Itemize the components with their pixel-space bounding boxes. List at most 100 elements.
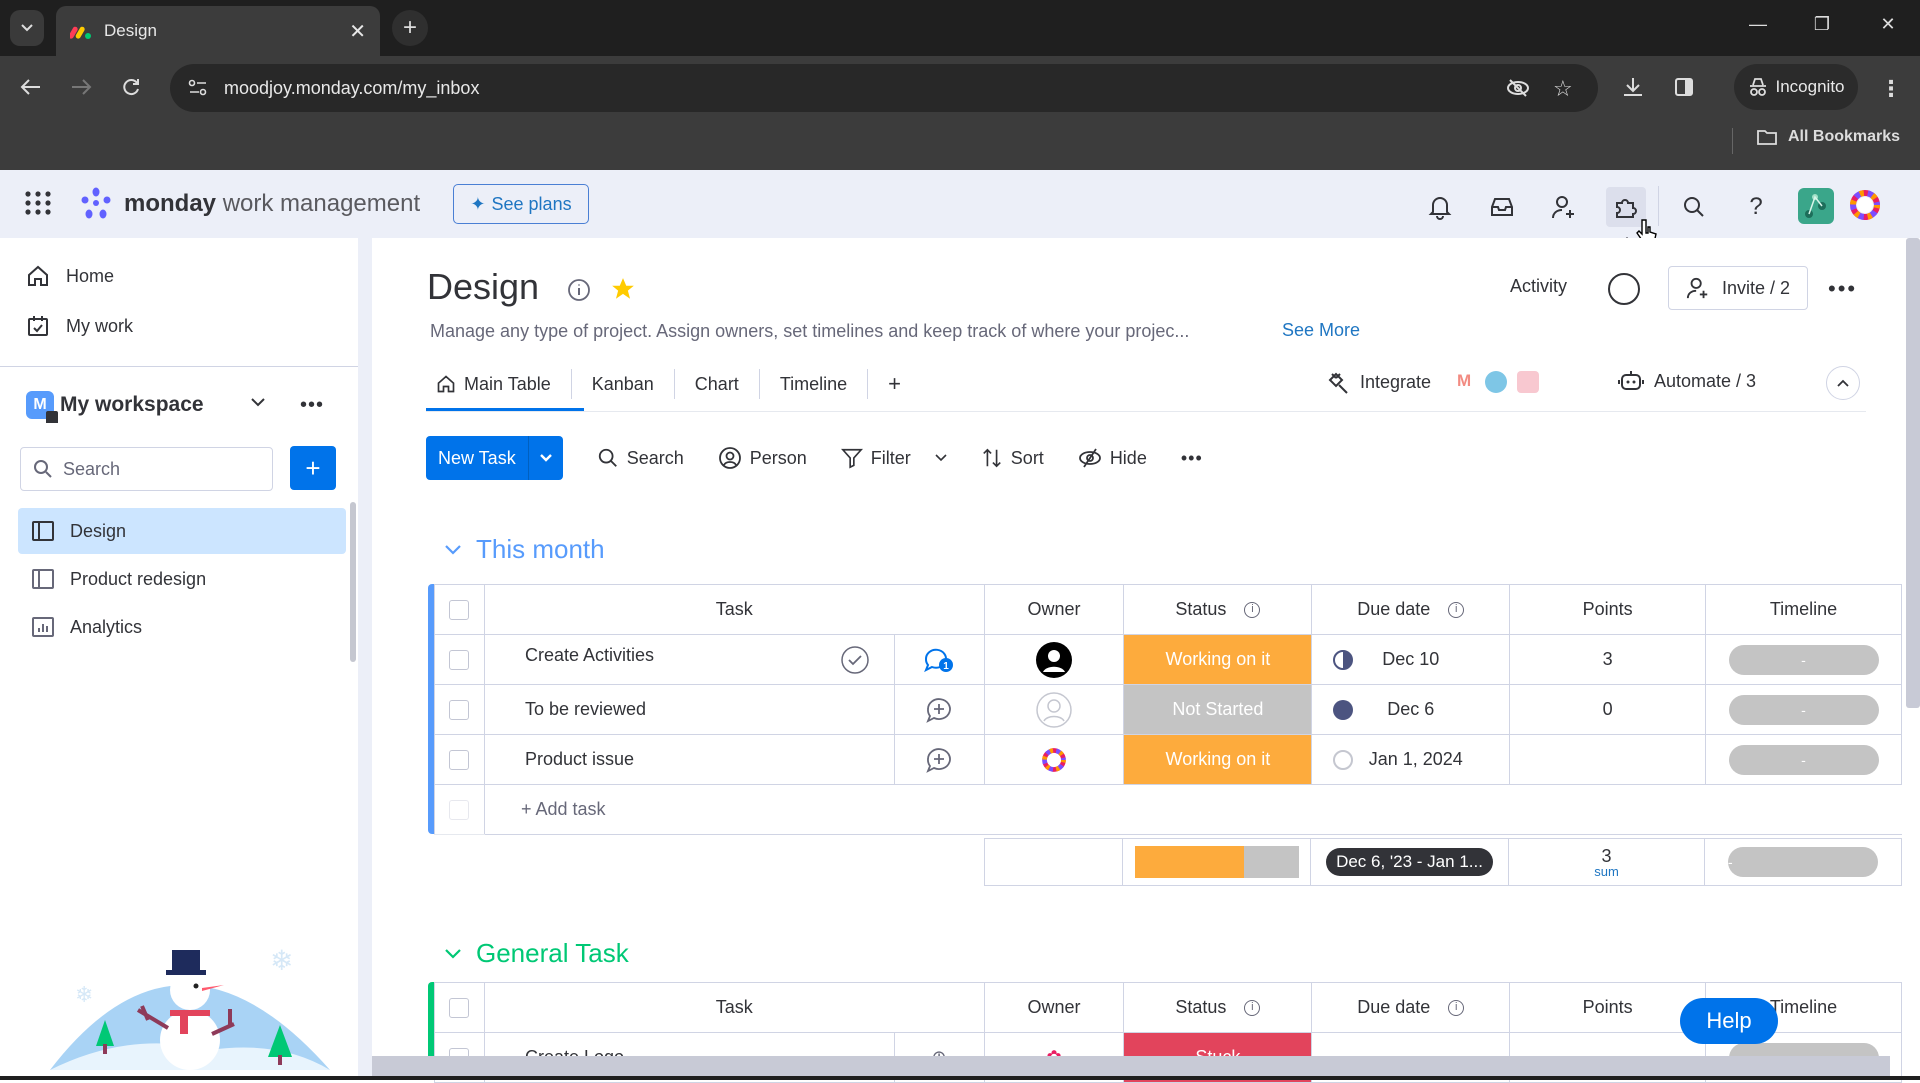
column-header-owner[interactable]: Owner xyxy=(983,584,1125,635)
column-header-points[interactable]: Points xyxy=(1509,982,1706,1033)
info-icon[interactable]: i xyxy=(1244,602,1261,619)
chevron-down-icon[interactable] xyxy=(444,544,462,556)
summary-status-cell[interactable] xyxy=(1122,839,1310,885)
updates-cell[interactable]: 1 xyxy=(893,634,985,685)
timeline-pill[interactable]: - xyxy=(1728,694,1879,725)
address-bar[interactable]: moodjoy.monday.com/my_inbox xyxy=(170,64,1598,112)
owner-cell[interactable] xyxy=(983,734,1125,785)
group-title[interactable]: General Task xyxy=(476,938,629,969)
invite-members-button[interactable] xyxy=(1544,187,1584,227)
tab-main-table[interactable]: Main Table xyxy=(426,369,572,399)
see-plans-button[interactable]: ✦ See plans xyxy=(453,184,589,224)
column-header-owner[interactable]: Owner xyxy=(983,982,1125,1033)
activity-avatar[interactable] xyxy=(1608,273,1640,305)
invite-button[interactable]: Invite / 2 xyxy=(1668,266,1808,310)
search-button[interactable] xyxy=(1674,187,1714,227)
new-task-button[interactable]: New Task xyxy=(426,436,563,480)
table-row[interactable]: Product issue Working on it Jan 1, 2024 … xyxy=(434,734,1902,785)
restore-button[interactable]: ❐ xyxy=(1802,14,1842,35)
select-all-cell[interactable] xyxy=(434,584,485,635)
status-distribution-bar[interactable] xyxy=(1134,846,1299,878)
status-segment[interactable] xyxy=(1134,846,1245,878)
add-task-input[interactable]: + Add task xyxy=(483,784,1902,835)
hide-button[interactable]: Hide xyxy=(1078,447,1147,469)
tab-chart[interactable]: Chart xyxy=(675,369,760,399)
help-icon[interactable]: ? xyxy=(1736,187,1776,227)
column-header-status[interactable]: Status i xyxy=(1123,584,1313,635)
reload-button[interactable] xyxy=(116,72,146,102)
status-cell[interactable]: Not Started xyxy=(1123,684,1313,735)
forward-button[interactable] xyxy=(66,72,96,102)
add-task-row[interactable]: + Add task xyxy=(434,784,1902,835)
column-header-status[interactable]: Status i xyxy=(1123,982,1313,1033)
row-checkbox-cell[interactable] xyxy=(434,634,485,685)
download-icon[interactable] xyxy=(1622,76,1644,98)
close-window-button[interactable]: ✕ xyxy=(1868,14,1908,35)
workspace-selector[interactable]: M My workspace xyxy=(26,391,204,423)
add-update-icon[interactable] xyxy=(924,695,954,725)
help-button[interactable]: Help xyxy=(1680,998,1778,1044)
incognito-badge[interactable]: Incognito xyxy=(1734,64,1858,110)
group-title[interactable]: This month xyxy=(476,534,605,565)
row-checkbox[interactable] xyxy=(449,749,470,770)
add-view-button[interactable]: + xyxy=(868,369,921,399)
chevron-down-icon[interactable] xyxy=(935,454,947,462)
back-button[interactable] xyxy=(16,72,46,102)
due-date-cell[interactable]: Jan 1, 2024 xyxy=(1311,734,1511,785)
tab-list-button[interactable] xyxy=(10,10,44,46)
timeline-pill[interactable]: - xyxy=(1728,644,1879,675)
task-name[interactable]: To be reviewed xyxy=(525,699,646,719)
column-header-points[interactable]: Points xyxy=(1509,584,1707,635)
task-name[interactable]: Create Activities xyxy=(525,645,654,665)
sidebar-item-product-redesign[interactable]: Product redesign xyxy=(18,556,346,602)
owner-cell[interactable] xyxy=(983,634,1125,685)
add-board-button[interactable]: + xyxy=(290,446,336,490)
workspace-chevron-icon[interactable] xyxy=(250,396,266,408)
inbox-button[interactable] xyxy=(1482,187,1522,227)
select-all-checkbox[interactable] xyxy=(449,997,470,1018)
close-tab-icon[interactable]: ✕ xyxy=(349,19,366,44)
see-more-link[interactable]: See More xyxy=(1282,320,1360,341)
sidebar-item-design[interactable]: Design xyxy=(18,508,346,554)
check-circle-icon[interactable] xyxy=(840,645,870,675)
sort-button[interactable]: Sort xyxy=(981,447,1044,469)
table-row[interactable]: To be reviewed Not Started Dec 6 0 - xyxy=(434,684,1902,735)
column-header-task[interactable]: Task xyxy=(483,584,985,635)
info-icon[interactable]: i xyxy=(1448,1000,1465,1017)
chevron-down-icon[interactable] xyxy=(444,948,462,960)
integrate-button[interactable]: Integrate M xyxy=(1326,370,1540,394)
tab-timeline[interactable]: Timeline xyxy=(760,369,869,399)
new-task-dropdown[interactable] xyxy=(529,436,563,480)
timeline-cell[interactable]: - xyxy=(1705,684,1902,735)
sidebar-scrollbar[interactable] xyxy=(350,502,356,662)
all-bookmarks-button[interactable]: All Bookmarks xyxy=(1756,128,1900,146)
timeline-pill[interactable]: - xyxy=(1728,744,1879,775)
status-cell[interactable]: Working on it xyxy=(1123,734,1313,785)
search-button[interactable]: Search xyxy=(597,447,684,469)
info-icon[interactable]: i xyxy=(1244,1000,1261,1017)
board-info-icon[interactable] xyxy=(567,278,591,302)
status-segment[interactable] xyxy=(1244,846,1299,878)
info-icon[interactable]: i xyxy=(1448,602,1465,619)
task-name-cell[interactable]: To be reviewed xyxy=(483,684,895,735)
filter-button[interactable]: Filter xyxy=(840,447,947,469)
add-update-icon[interactable] xyxy=(924,745,954,775)
select-all-cell[interactable] xyxy=(434,982,485,1033)
side-panel-icon[interactable] xyxy=(1674,77,1694,97)
sidebar-item-analytics[interactable]: Analytics xyxy=(18,604,346,650)
group-header-this-month[interactable]: This month xyxy=(444,534,605,565)
collapse-header-button[interactable] xyxy=(1826,366,1860,400)
timeline-cell[interactable]: - xyxy=(1705,734,1902,785)
points-cell[interactable] xyxy=(1509,734,1707,785)
toolbar-more-icon[interactable]: ••• xyxy=(1181,448,1203,469)
group-header-general-task[interactable]: General Task xyxy=(444,938,629,969)
board-more-icon[interactable]: ••• xyxy=(1828,276,1857,302)
points-cell[interactable]: 0 xyxy=(1509,684,1707,735)
user-avatar[interactable] xyxy=(1846,186,1884,224)
status-cell[interactable]: Working on it xyxy=(1123,634,1313,685)
monday-logo[interactable]: monday work management xyxy=(78,186,420,222)
automate-button[interactable]: Automate / 3 xyxy=(1618,370,1756,392)
summary-timeline-cell[interactable]: - xyxy=(1704,839,1902,885)
eye-off-icon[interactable] xyxy=(1506,78,1530,98)
column-header-due-date[interactable]: Due date i xyxy=(1311,584,1511,635)
